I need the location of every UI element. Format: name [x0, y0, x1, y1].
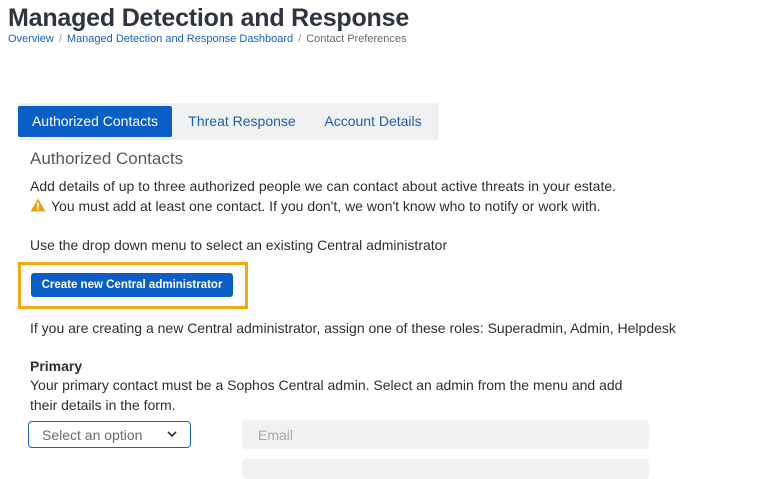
page-title: Managed Detection and Response [8, 4, 410, 32]
breadcrumb-current: Contact Preferences [306, 33, 407, 45]
warning-message: You must add at least one contact. If yo… [30, 198, 601, 214]
primary-label: Primary [30, 358, 83, 374]
warning-icon [30, 198, 46, 212]
tab-authorized-contacts[interactable]: Authorized Contacts [18, 106, 172, 137]
next-field[interactable] [242, 459, 649, 479]
breadcrumb-dashboard-link[interactable]: Managed Detection and Response Dashboard [67, 33, 293, 45]
tab-bar: Authorized Contacts Threat Response Acco… [17, 103, 439, 140]
section-heading: Authorized Contacts [30, 149, 184, 168]
intro-text: Add details of up to three authorized pe… [30, 178, 617, 194]
warning-text: You must add at least one contact. If yo… [51, 198, 601, 214]
admin-select[interactable]: Select an option [28, 421, 191, 448]
tab-account-details[interactable]: Account Details [313, 106, 433, 137]
tab-threat-response[interactable]: Threat Response [179, 106, 305, 137]
breadcrumb-separator: / [298, 33, 302, 45]
breadcrumb-separator: / [58, 33, 62, 45]
breadcrumb: Overview / Managed Detection and Response … [8, 33, 407, 45]
create-admin-button[interactable]: Create new Central administrator [31, 273, 233, 297]
dropdown-hint: Use the drop down menu to select an exis… [30, 237, 448, 253]
admin-select-value: Select an option [42, 427, 143, 443]
primary-description-line2: their details in the form. [30, 397, 176, 413]
breadcrumb-overview-link[interactable]: Overview [8, 33, 54, 45]
primary-description-line1: Your primary contact must be a Sophos Ce… [30, 377, 623, 393]
roles-hint: If you are creating a new Central admini… [30, 320, 676, 336]
chevron-down-icon [167, 431, 177, 438]
email-field[interactable] [242, 420, 649, 449]
